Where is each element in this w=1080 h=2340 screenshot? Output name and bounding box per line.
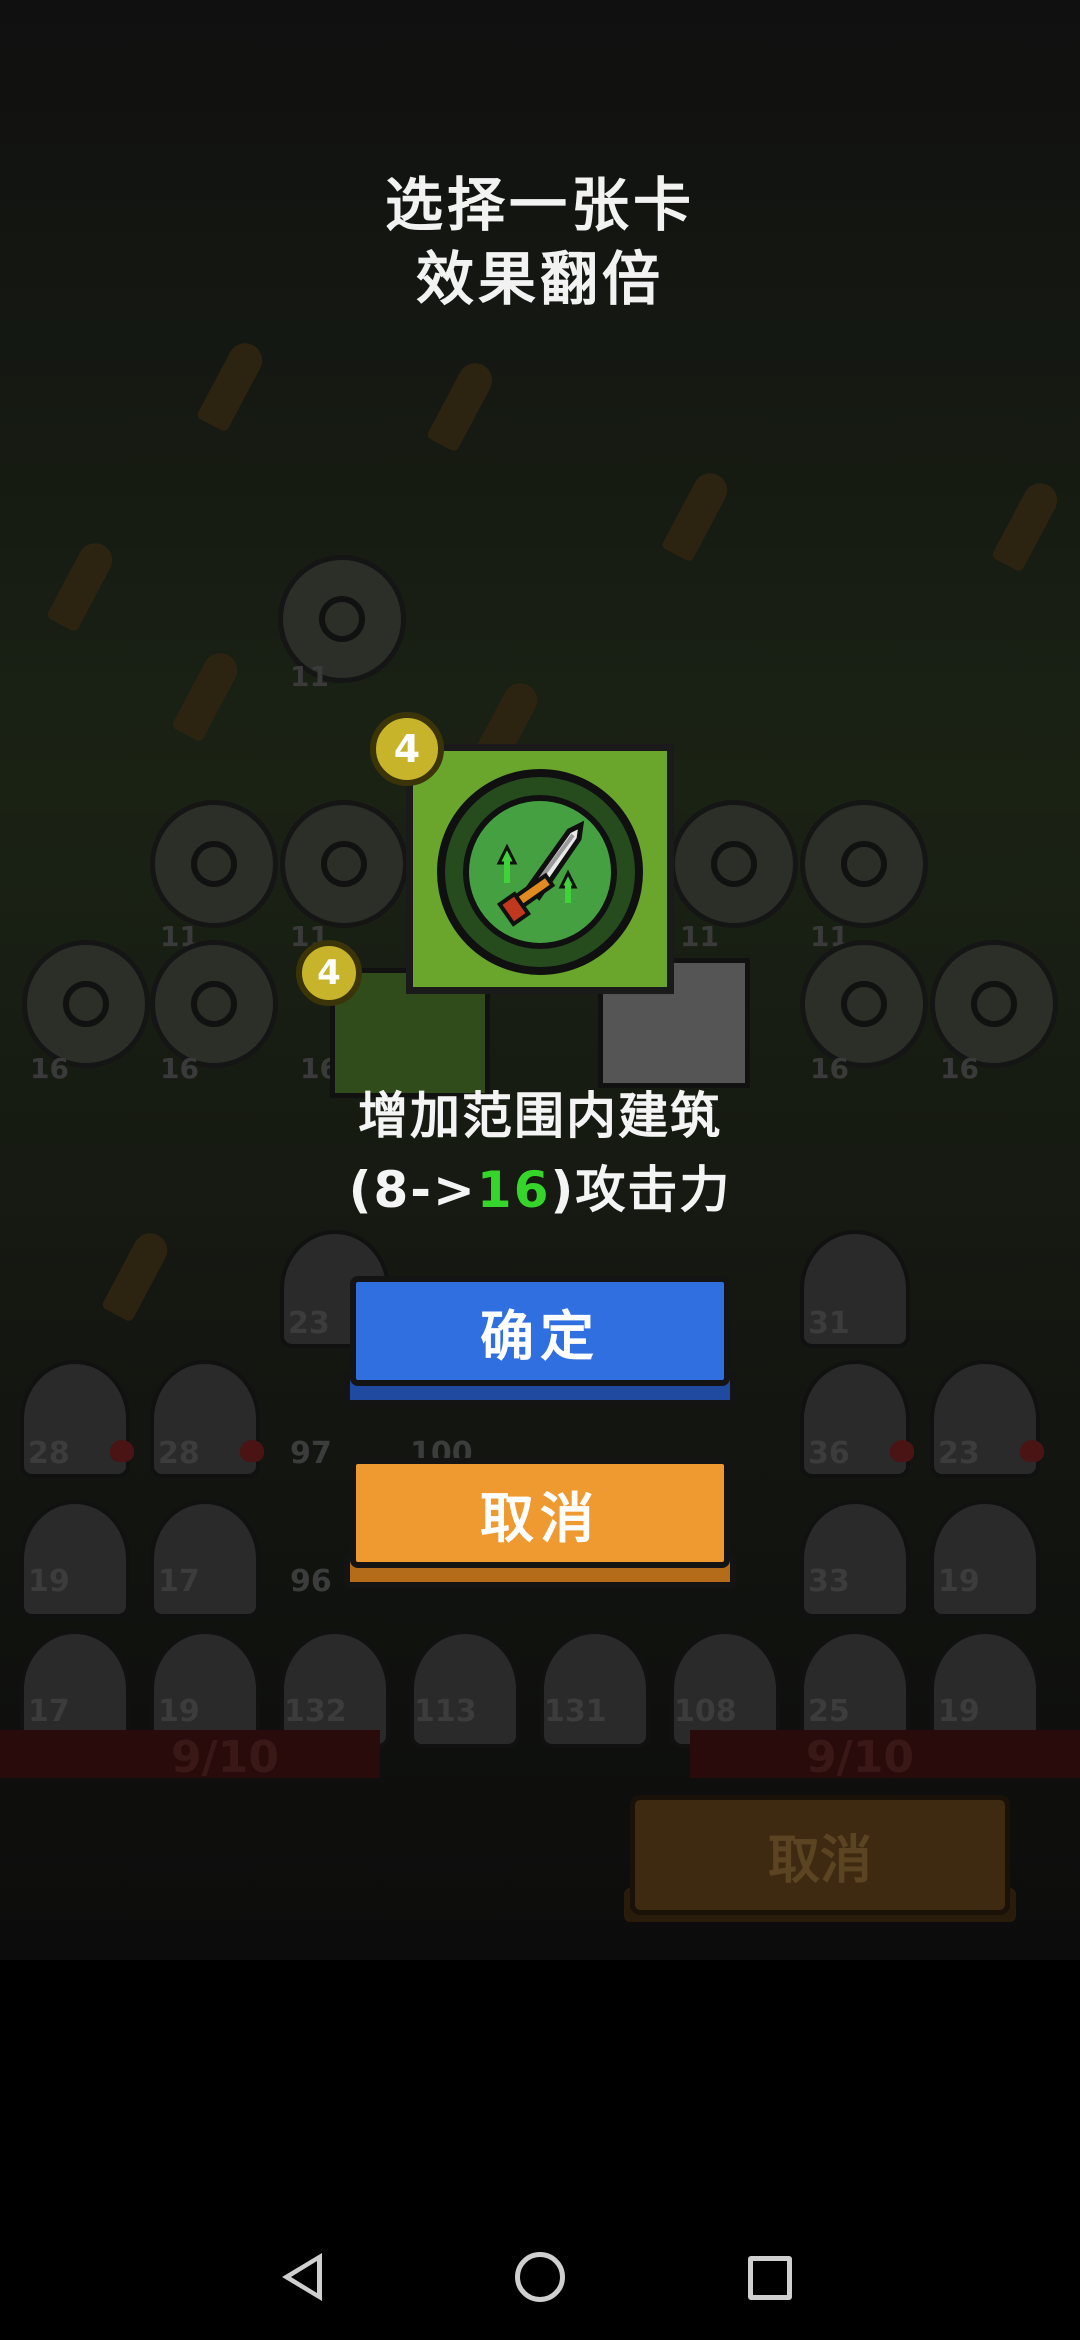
sword-upgrade-icon (463, 795, 617, 949)
troop-count: 28 (158, 1436, 200, 1471)
description-open: (8-> (348, 1161, 477, 1219)
troop-unit (410, 1630, 520, 1748)
background-cancel-button: 取消 (630, 1795, 1010, 1915)
troop-unit (930, 1500, 1040, 1618)
troop-count: 108 (674, 1694, 737, 1729)
troop-count: 33 (808, 1564, 850, 1599)
heart-icon (890, 1440, 914, 1462)
troop-count: 36 (808, 1436, 850, 1471)
tower-cell (150, 800, 278, 928)
description-new-value: 16 (476, 1161, 551, 1219)
tower-cell (930, 940, 1058, 1068)
tower-level: 11 (290, 660, 329, 693)
troop-count: 132 (284, 1694, 347, 1729)
card-emblem (437, 769, 643, 975)
troop-count: 97 (290, 1436, 332, 1471)
background-card-cost-badge: 4 (296, 940, 362, 1006)
troop-count: 19 (938, 1564, 980, 1599)
tower-cell (800, 940, 928, 1068)
selected-card[interactable] (406, 744, 674, 994)
card-description-line2: (8->16)攻击力 (0, 1150, 1080, 1222)
back-triangle-icon[interactable] (282, 2253, 322, 2301)
troop-count: 131 (544, 1694, 607, 1729)
right-progress-text: 9/10 (806, 1732, 914, 1783)
heart-icon (240, 1440, 264, 1462)
heart-icon (110, 1440, 134, 1462)
cancel-button[interactable]: 取消 (350, 1458, 730, 1568)
tower-cell (22, 940, 150, 1068)
troop-unit (800, 1500, 910, 1618)
recent-apps-square-icon[interactable] (748, 2256, 792, 2300)
dialog-title: 选择一张卡 (384, 171, 695, 239)
troop-count: 31 (808, 1306, 850, 1341)
tower-cell (670, 800, 798, 928)
tower-level: 11 (680, 920, 719, 953)
troop-count: 28 (28, 1436, 70, 1471)
tower-cell (800, 800, 928, 928)
tower-cell (150, 940, 278, 1068)
troop-count: 23 (938, 1436, 980, 1471)
description-close: )攻击力 (550, 1161, 732, 1219)
home-circle-icon[interactable] (515, 2252, 565, 2302)
troop-unit (540, 1630, 650, 1748)
card-cost-badge: 4 (370, 712, 444, 786)
troop-unit (150, 1500, 260, 1618)
confirm-button[interactable]: 确定 (350, 1276, 730, 1386)
heart-icon (1020, 1440, 1044, 1462)
troop-count: 19 (938, 1694, 980, 1729)
troop-count: 25 (808, 1694, 850, 1729)
troop-count: 17 (28, 1694, 70, 1729)
troop-count: 19 (28, 1564, 70, 1599)
tower-cell (280, 800, 408, 928)
troop-count: 23 (288, 1306, 330, 1341)
troop-count: 17 (158, 1564, 200, 1599)
card-description-line1: 增加范围内建筑 (358, 1087, 722, 1145)
troop-count: 19 (158, 1694, 200, 1729)
dialog-subtitle: 效果翻倍 (415, 245, 664, 313)
troop-unit (20, 1500, 130, 1618)
left-progress-text: 9/10 (171, 1732, 279, 1783)
troop-count: 96 (290, 1564, 332, 1599)
troop-count: 113 (414, 1694, 477, 1729)
